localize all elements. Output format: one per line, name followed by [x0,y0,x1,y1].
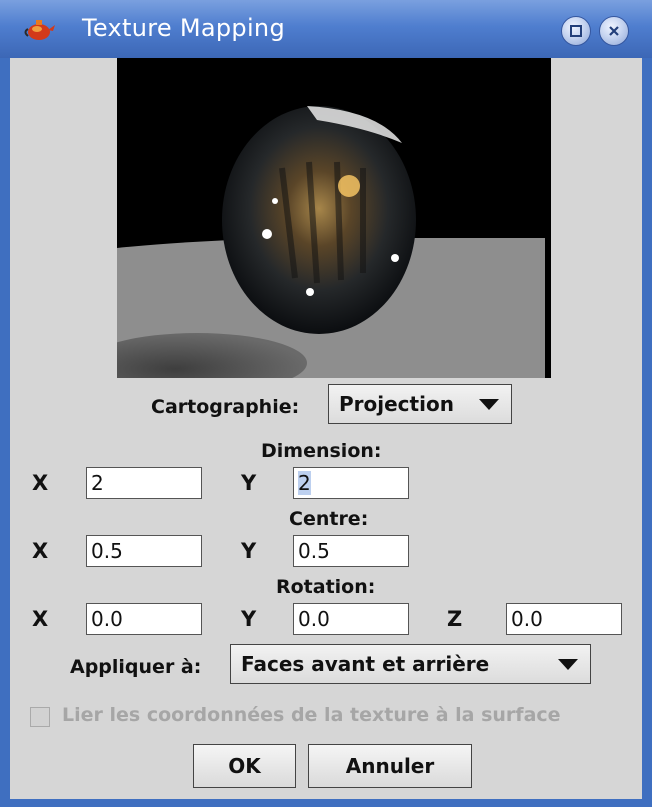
title-bar[interactable]: Texture Mapping [0,0,652,58]
ok-button[interactable]: OK [193,744,296,788]
preview-render [117,58,551,378]
centre-y-label: Y [241,539,257,563]
selected-text: 2 [298,471,311,495]
dimension-y-label: Y [241,471,257,495]
rotation-y-label: Y [241,607,257,631]
centre-x-input[interactable]: 0.5 [86,535,202,567]
window-title: Texture Mapping [82,14,285,42]
rotation-x-label: X [32,607,49,631]
rotation-heading: Rotation: [276,576,376,598]
rotation-z-label: Z [447,607,463,631]
centre-x-label: X [32,539,49,563]
maximize-button[interactable] [561,16,591,46]
rotation-x-input[interactable]: 0.0 [86,603,202,635]
texture-preview [117,58,551,378]
dimension-x-input[interactable]: 2 [86,467,202,499]
centre-y-input[interactable]: 0.5 [293,535,409,567]
apply-label: Appliquer à: [70,656,202,678]
close-icon [609,26,619,36]
mapping-label: Cartographie: [151,396,300,418]
dimension-y-input[interactable]: 2 [293,467,409,499]
mapping-select[interactable]: Projection [328,384,512,424]
rotation-y-input[interactable]: 0.0 [293,603,409,635]
maximize-icon [570,25,582,37]
link-texture-checkbox[interactable] [30,707,50,727]
link-texture-checkbox-label: Lier les coordonnées de la texture à la … [62,704,561,726]
teapot-icon [24,20,55,40]
close-button[interactable] [599,16,629,46]
cancel-button[interactable]: Annuler [308,744,472,788]
dimension-x-label: X [32,471,49,495]
centre-heading: Centre: [289,508,369,530]
apply-select[interactable]: Faces avant et arrière [230,644,591,684]
texture-mapping-dialog: Texture Mapping Cartographie: Projection… [0,0,652,807]
chevron-down-icon [479,399,499,410]
mapping-select-value: Projection [339,392,454,416]
chevron-down-icon [558,659,578,670]
apply-select-value: Faces avant et arrière [241,652,490,676]
rotation-z-input[interactable]: 0.0 [506,603,622,635]
dimension-heading: Dimension: [261,440,382,462]
